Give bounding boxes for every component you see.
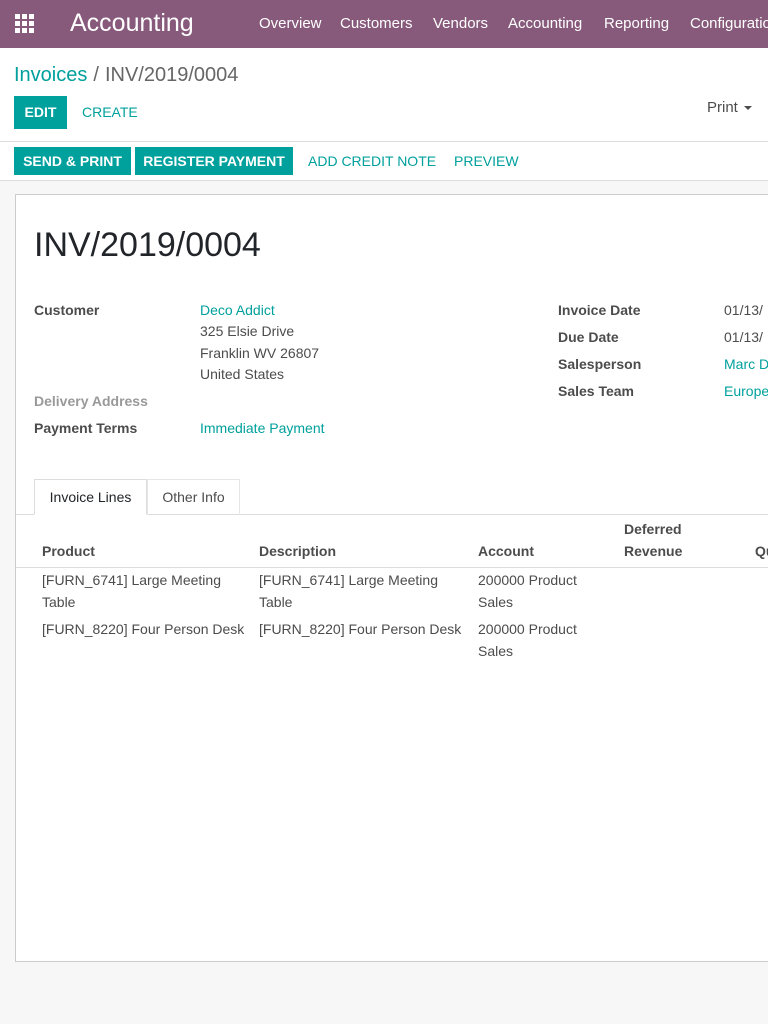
- column-header-description[interactable]: Description: [259, 541, 336, 562]
- register-payment-button[interactable]: REGISTER PAYMENT: [135, 147, 293, 175]
- invoice-form-sheet: INV/2019/0004 Customer Deco Addict 325 E…: [15, 194, 768, 962]
- customer-label: Customer: [34, 302, 100, 318]
- menu-accounting[interactable]: Accounting: [508, 15, 582, 33]
- due-date-label: Due Date: [558, 329, 619, 345]
- column-header-account[interactable]: Account: [478, 541, 534, 562]
- invoice-date-label: Invoice Date: [558, 302, 641, 318]
- breadcrumb-current: INV/2019/0004: [104, 64, 239, 86]
- row-2-account[interactable]: 200000 Product Sales: [478, 619, 608, 662]
- edit-button[interactable]: EDIT: [14, 96, 67, 129]
- column-header-deferred-line1[interactable]: Deferred: [624, 519, 682, 540]
- send-print-button[interactable]: SEND & PRINT: [14, 147, 131, 175]
- column-header-deferred-line2[interactable]: Revenue: [624, 541, 682, 562]
- payment-terms-label: Payment Terms: [34, 420, 138, 436]
- menu-reporting[interactable]: Reporting: [604, 15, 669, 33]
- column-header-product[interactable]: Product: [42, 541, 95, 562]
- tab-other-info[interactable]: Other Info: [147, 479, 240, 515]
- menu-vendors[interactable]: Vendors: [433, 15, 488, 33]
- due-date-value: 01/13/: [724, 329, 763, 345]
- delivery-address-label: Delivery Address: [34, 393, 148, 409]
- chevron-down-icon: [743, 106, 752, 111]
- top-navbar: Accounting Overview Customers Vendors Ac…: [0, 0, 768, 48]
- control-panel: Invoices / INV/2019/0004 EDIT CREATE Print…: [0, 48, 768, 181]
- menu-overview[interactable]: Overview: [259, 15, 322, 33]
- menu-customers[interactable]: Customers: [340, 15, 413, 33]
- row-1-product[interactable]: [FURN_6741] Large Meeting Table: [42, 570, 242, 613]
- breadcrumb-invoices-link[interactable]: Invoices: [14, 64, 87, 86]
- customer-link[interactable]: Deco Addict: [200, 302, 275, 319]
- breadcrumb: Invoices / INV/2019/0004: [14, 63, 238, 87]
- row-2-product[interactable]: [FURN_8220] Four Person Desk: [42, 619, 257, 641]
- row-1-description[interactable]: [FURN_6741] Large Meeting Table: [259, 570, 459, 613]
- preview-button[interactable]: PREVIEW: [454, 153, 519, 169]
- print-dropdown[interactable]: Print: [707, 99, 752, 116]
- sales-team-link[interactable]: Europe: [724, 383, 768, 400]
- row-1-account[interactable]: 200000 Product Sales: [478, 570, 608, 613]
- tab-invoice-lines[interactable]: Invoice Lines: [34, 479, 147, 515]
- apps-grid-icon[interactable]: [15, 14, 34, 33]
- row-2-description[interactable]: [FURN_8220] Four Person Desk: [259, 619, 474, 641]
- add-credit-note-button[interactable]: ADD CREDIT NOTE: [308, 153, 436, 169]
- menu-configuration[interactable]: Configuration: [690, 15, 768, 33]
- sales-team-label: Sales Team: [558, 383, 635, 399]
- address-line-2: Franklin WV 26807: [200, 345, 320, 361]
- address-line-1: 325 Elsie Drive: [200, 323, 295, 339]
- salesperson-label: Salesperson: [558, 356, 642, 372]
- address-line-3: United States: [200, 366, 285, 382]
- app-name[interactable]: Accounting: [70, 8, 194, 38]
- salesperson-link[interactable]: Marc D: [724, 356, 768, 373]
- invoice-number: INV/2019/0004: [34, 226, 261, 264]
- table-header-divider: [16, 567, 768, 568]
- create-button[interactable]: CREATE: [82, 104, 138, 120]
- breadcrumb-separator: /: [93, 64, 99, 86]
- column-header-quantity[interactable]: Qu: [755, 541, 768, 562]
- control-divider: [0, 141, 768, 142]
- payment-terms-link[interactable]: Immediate Payment: [200, 420, 325, 437]
- invoice-date-value: 01/13/: [724, 302, 763, 318]
- print-label: Print: [707, 99, 738, 116]
